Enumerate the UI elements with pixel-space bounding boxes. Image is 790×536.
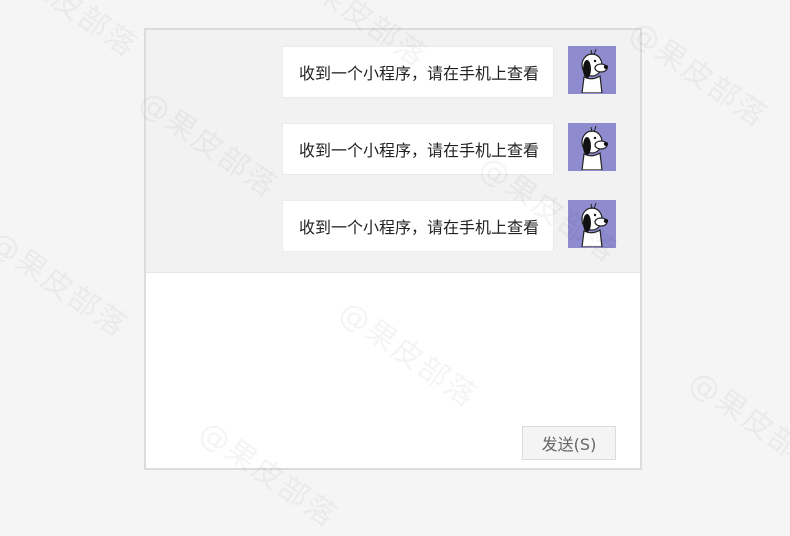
message-row: 收到一个小程序，请在手机上查看	[281, 200, 616, 252]
send-button[interactable]: 发送(S)	[522, 426, 616, 460]
watermark-text: @果皮部落	[0, 218, 138, 346]
snoopy-avatar-icon	[581, 202, 609, 247]
user-avatar[interactable]	[568, 46, 616, 94]
user-avatar[interactable]	[568, 200, 616, 248]
snoopy-avatar-icon	[581, 48, 609, 93]
message-row: 收到一个小程序，请在手机上查看	[281, 123, 616, 175]
message-row: 收到一个小程序，请在手机上查看	[281, 46, 616, 98]
watermark-text: @果皮部落	[0, 0, 148, 66]
message-area[interactable]: 收到一个小程序，请在手机上查看 收到一个小程序，请在手机上查看 收到一个小程序，…	[146, 30, 640, 273]
message-input-area[interactable]: 发送(S)	[146, 273, 640, 468]
watermark-text: @果皮部落	[682, 358, 790, 486]
chat-window: 收到一个小程序，请在手机上查看 收到一个小程序，请在手机上查看 收到一个小程序，…	[144, 28, 642, 470]
message-bubble[interactable]: 收到一个小程序，请在手机上查看	[281, 46, 554, 98]
watermark-text: @果皮部落	[622, 8, 778, 136]
message-bubble[interactable]: 收到一个小程序，请在手机上查看	[281, 200, 554, 252]
snoopy-avatar-icon	[581, 125, 609, 170]
message-bubble[interactable]: 收到一个小程序，请在手机上查看	[281, 123, 554, 175]
user-avatar[interactable]	[568, 123, 616, 171]
